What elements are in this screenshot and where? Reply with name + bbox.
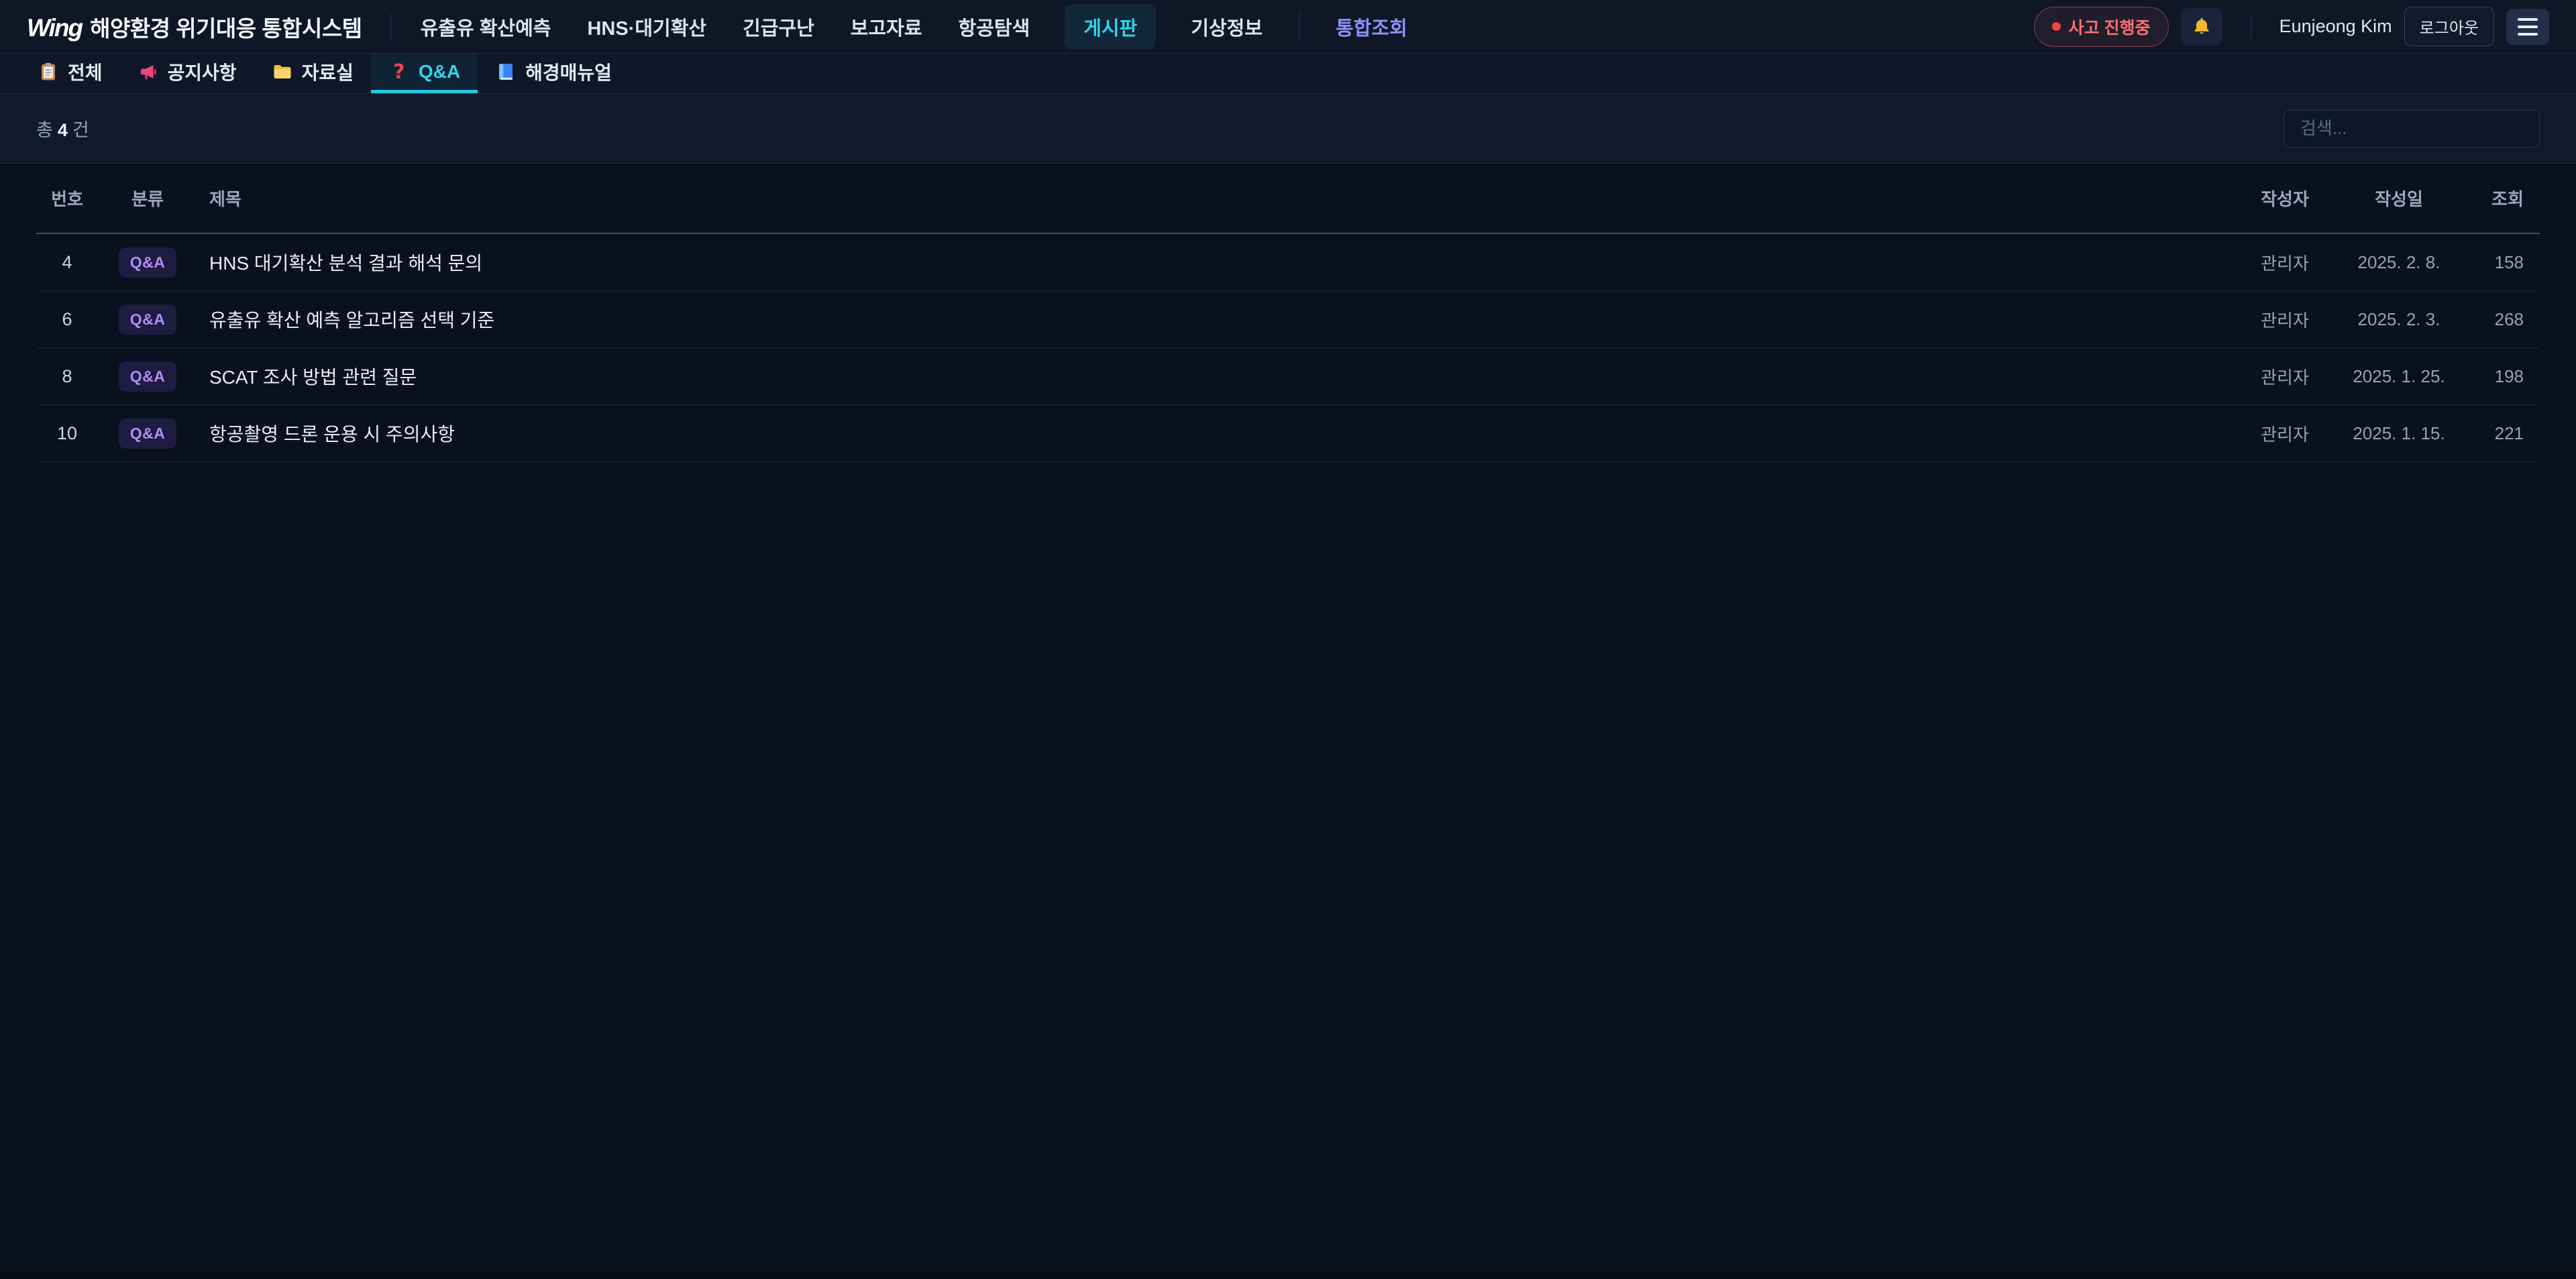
nav-item-board[interactable]: 게시판	[1065, 4, 1156, 50]
category-badge: Q&A	[119, 304, 177, 335]
board-tabbar: 전체 공지사항 자료실 ? Q&A	[0, 54, 2576, 94]
tab-all-label: 전체	[68, 58, 103, 85]
tab-notices-label: 공지사항	[168, 58, 237, 85]
row-category: Q&A	[98, 362, 197, 392]
qna-table: 번호 분류 제목 작성자 작성일 조회 4 Q&A HNS 대기확산 분석 결과…	[36, 164, 2540, 462]
row-title[interactable]: 항공촬영 드론 운용 시 주의사항	[197, 420, 2238, 447]
megaphone-icon	[138, 61, 159, 82]
category-badge: Q&A	[119, 247, 177, 278]
user-name: Eunjeong Kim	[2279, 16, 2392, 37]
folder-icon	[272, 61, 293, 82]
col-header-title: 제목	[197, 186, 2238, 211]
category-badge: Q&A	[119, 362, 177, 392]
tab-notices[interactable]: 공지사항	[120, 54, 254, 93]
total-count-number: 4	[58, 120, 68, 140]
row-title[interactable]: SCAT 조사 방법 관련 질문	[197, 363, 2238, 390]
row-number: 6	[36, 309, 98, 330]
nav-item-hns-air-diffusion[interactable]: HNS·대기확산	[586, 4, 708, 50]
tab-archive-label: 자료실	[302, 58, 354, 85]
list-toolbar: 총4건	[0, 94, 2576, 164]
incident-status-label: 사고 진행중	[2069, 15, 2151, 39]
row-title[interactable]: HNS 대기확산 분석 결과 해석 문의	[197, 249, 2238, 276]
category-badge: Q&A	[119, 419, 177, 449]
logo-wing-mark: Wing	[27, 14, 82, 42]
col-header-views: 조회	[2466, 186, 2540, 211]
row-views: 158	[2466, 252, 2540, 273]
nav-item-oil-spill-forecast[interactable]: 유출유 확산예측	[419, 4, 553, 50]
search-input[interactable]	[2284, 110, 2540, 148]
bottom-edge	[0, 1271, 2576, 1279]
tab-qna-label: Q&A	[419, 61, 460, 82]
book-icon	[495, 61, 517, 82]
header-divider	[390, 14, 391, 40]
nav-item-aerial-search[interactable]: 항공탐색	[957, 4, 1032, 50]
notifications-button[interactable]	[2181, 8, 2222, 46]
table-row[interactable]: 4 Q&A HNS 대기확산 분석 결과 해석 문의 관리자 2025. 2. …	[36, 234, 2540, 291]
table-row[interactable]: 8 Q&A SCAT 조사 방법 관련 질문 관리자 2025. 1. 25. …	[36, 348, 2540, 405]
app-title: 해양환경 위기대응 통합시스템	[90, 11, 362, 43]
total-count: 총4건	[36, 115, 89, 142]
hamburger-icon	[2518, 18, 2538, 21]
row-author: 관리자	[2238, 364, 2332, 389]
table-header-row: 번호 분류 제목 작성자 작성일 조회	[36, 164, 2540, 234]
row-views: 268	[2466, 309, 2540, 330]
alert-dot-icon	[2052, 22, 2061, 31]
board-content: 번호 분류 제목 작성자 작성일 조회 4 Q&A HNS 대기확산 분석 결과…	[0, 164, 2576, 462]
row-author: 관리자	[2238, 421, 2332, 446]
tab-qna[interactable]: ? Q&A	[371, 54, 478, 93]
tab-manual[interactable]: 해경매뉴얼	[478, 54, 629, 93]
clipboard-icon	[38, 61, 59, 82]
header-right: 사고 진행중 Eunjeong Kim 로그아웃	[2034, 7, 2549, 47]
question-icon: ?	[388, 61, 410, 82]
tab-archive[interactable]: 자료실	[254, 54, 371, 93]
row-views: 198	[2466, 366, 2540, 387]
table-row[interactable]: 6 Q&A 유출유 확산 예측 알고리즘 선택 기준 관리자 2025. 2. …	[36, 291, 2540, 348]
row-views: 221	[2466, 423, 2540, 444]
row-date: 2025. 1. 15.	[2332, 423, 2466, 444]
bell-icon	[2191, 16, 2212, 38]
col-header-author: 작성자	[2238, 186, 2332, 211]
incident-status-badge[interactable]: 사고 진행중	[2034, 7, 2169, 47]
nav-item-integrated-search[interactable]: 통합조회	[1334, 4, 1409, 50]
hamburger-menu-button[interactable]	[2506, 9, 2549, 45]
table-row[interactable]: 10 Q&A 항공촬영 드론 운용 시 주의사항 관리자 2025. 1. 15…	[36, 405, 2540, 462]
nav-item-emergency-rescue[interactable]: 긴급구난	[741, 4, 816, 50]
row-category: Q&A	[98, 304, 197, 335]
col-header-no: 번호	[36, 186, 98, 211]
nav-item-reports[interactable]: 보고자료	[849, 4, 924, 50]
row-author: 관리자	[2238, 307, 2332, 332]
top-header: Wing 해양환경 위기대응 통합시스템 유출유 확산예측 HNS·대기확산 긴…	[0, 0, 2576, 54]
row-number: 8	[36, 366, 98, 387]
row-category: Q&A	[98, 247, 197, 278]
row-date: 2025. 2. 8.	[2332, 252, 2466, 273]
logout-button[interactable]: 로그아웃	[2404, 7, 2494, 46]
main-nav: 유출유 확산예측 HNS·대기확산 긴급구난 보고자료 항공탐색 게시판 기상정…	[419, 4, 1409, 50]
row-date: 2025. 1. 25.	[2332, 366, 2466, 387]
col-header-date: 작성일	[2332, 186, 2466, 211]
row-number: 4	[36, 252, 98, 273]
row-date: 2025. 2. 3.	[2332, 309, 2466, 330]
row-category: Q&A	[98, 419, 197, 449]
nav-item-weather-info[interactable]: 기상정보	[1189, 4, 1264, 50]
row-number: 10	[36, 423, 98, 444]
app-logo: Wing 해양환경 위기대응 통합시스템	[27, 11, 362, 43]
tab-manual-label: 해경매뉴얼	[525, 58, 612, 85]
col-header-category: 분류	[98, 186, 197, 211]
row-title[interactable]: 유출유 확산 예측 알고리즘 선택 기준	[197, 306, 2238, 333]
row-author: 관리자	[2238, 250, 2332, 275]
tab-all[interactable]: 전체	[20, 54, 120, 93]
